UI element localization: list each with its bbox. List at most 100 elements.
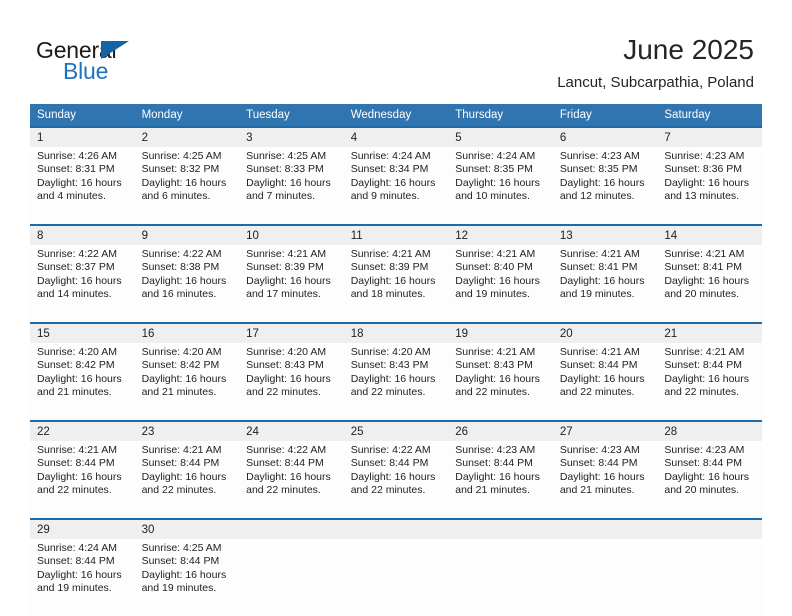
day-daylight-line1-text: Daylight: 16 hours <box>141 372 227 385</box>
day-number-18[interactable]: 18 <box>343 324 449 343</box>
day-cell-16[interactable]: Sunrise: 4:20 AM Sunset: 8:42 PM Daylight:… <box>134 343 240 420</box>
day-sunset-text: Sunset: 8:41 PM <box>559 261 638 274</box>
day-cell-9[interactable]: Sunrise: 4:22 AM Sunset: 8:38 PM Daylight:… <box>134 245 240 322</box>
day-daylight-line2-text: and 22 minutes. <box>246 386 321 399</box>
day-cell-26[interactable]: Sunrise: 4:23 AM Sunset: 8:44 PM Daylight:… <box>448 441 553 518</box>
day-number-15[interactable]: 15 <box>30 324 135 343</box>
day-daylight-line1-text: Daylight: 16 hours <box>350 470 436 483</box>
day-number-6[interactable]: 6 <box>552 128 658 147</box>
day-detail-row: Sunrise: 4:22 AM Sunset: 8:37 PM Daylight:… <box>30 245 762 322</box>
day-number-17[interactable]: 17 <box>239 324 344 343</box>
day-number-11[interactable]: 11 <box>343 226 449 245</box>
day-sunrise-text: Sunrise: 4:21 AM <box>455 248 536 260</box>
day-cell-27[interactable]: Sunrise: 4:23 AM Sunset: 8:44 PM Daylight:… <box>552 441 658 518</box>
day-number-empty <box>552 520 658 539</box>
day-daylight-line1-text: Daylight: 16 hours <box>37 568 122 581</box>
day-cell-22[interactable]: Sunrise: 4:21 AM Sunset: 8:44 PM Daylight:… <box>30 441 135 518</box>
day-number-29[interactable]: 29 <box>30 520 135 539</box>
day-number-1[interactable]: 1 <box>30 128 135 147</box>
day-detail-row: Sunrise: 4:21 AM Sunset: 8:44 PM Daylight:… <box>30 441 762 518</box>
weekday-header-wednesday: Wednesday <box>343 104 449 126</box>
day-daylight-line2-text: and 22 minutes. <box>37 484 112 497</box>
day-number-8[interactable]: 8 <box>30 226 135 245</box>
day-cell-3[interactable]: Sunrise: 4:25 AM Sunset: 8:33 PM Daylight:… <box>239 147 344 224</box>
day-cell-13[interactable]: Sunrise: 4:21 AM Sunset: 8:41 PM Daylight:… <box>552 245 658 322</box>
logo-general-blue[interactable]: General Blue <box>36 38 216 90</box>
day-cell-empty <box>239 539 344 616</box>
day-number-2[interactable]: 2 <box>134 128 240 147</box>
day-number-row: 8 9 10 11 12 13 14 <box>30 226 762 245</box>
weekday-header-sunday: Sunday <box>30 104 135 126</box>
day-daylight-line1-text: Daylight: 16 hours <box>350 274 436 287</box>
day-daylight-line2-text: and 9 minutes. <box>350 190 420 203</box>
day-sunrise-text: Sunrise: 4:21 AM <box>141 444 222 456</box>
day-daylight-line1-text: Daylight: 16 hours <box>350 372 436 385</box>
day-number-9[interactable]: 9 <box>134 226 240 245</box>
calendar-page: General Blue June 2025 Lancut, Subcarpat… <box>0 0 792 616</box>
day-number-27[interactable]: 27 <box>552 422 658 441</box>
day-daylight-line1-text: Daylight: 16 hours <box>455 176 540 189</box>
day-daylight-line1-text: Daylight: 16 hours <box>141 470 227 483</box>
day-cell-20[interactable]: Sunrise: 4:21 AM Sunset: 8:44 PM Daylight:… <box>552 343 658 420</box>
day-number-14[interactable]: 14 <box>657 226 762 245</box>
page-title: June 2025 <box>623 34 754 65</box>
day-cell-15[interactable]: Sunrise: 4:20 AM Sunset: 8:42 PM Daylight:… <box>30 343 135 420</box>
day-cell-29[interactable]: Sunrise: 4:24 AM Sunset: 8:44 PM Daylight:… <box>30 539 135 616</box>
day-cell-25[interactable]: Sunrise: 4:22 AM Sunset: 8:44 PM Daylight:… <box>343 441 449 518</box>
calendar-body: 1 2 3 4 5 6 7 Sunrise: 4:26 AM Sunset: 8:31 PM Da… <box>30 126 762 616</box>
day-cell-19[interactable]: Sunrise: 4:21 AM Sunset: 8:43 PM Daylight:… <box>448 343 553 420</box>
day-cell-1[interactable]: Sunrise: 4:26 AM Sunset: 8:31 PM Daylight:… <box>30 147 135 224</box>
day-number-19[interactable]: 19 <box>448 324 553 343</box>
day-number-28[interactable]: 28 <box>657 422 762 441</box>
day-daylight-line2-text: and 21 minutes. <box>37 386 112 399</box>
day-cell-17[interactable]: Sunrise: 4:20 AM Sunset: 8:43 PM Daylight:… <box>239 343 344 420</box>
day-daylight-line2-text: and 18 minutes. <box>350 288 426 301</box>
day-sunrise-text: Sunrise: 4:21 AM <box>455 346 536 358</box>
day-sunrise-text: Sunrise: 4:22 AM <box>246 444 327 456</box>
day-sunset-text: Sunset: 8:38 PM <box>141 261 220 274</box>
day-sunset-text: Sunset: 8:44 PM <box>246 457 324 470</box>
day-cell-2[interactable]: Sunrise: 4:25 AM Sunset: 8:32 PM Daylight:… <box>134 147 240 224</box>
day-sunrise-text: Sunrise: 4:20 AM <box>37 346 117 358</box>
day-number-16[interactable]: 16 <box>134 324 240 343</box>
day-cell-4[interactable]: Sunrise: 4:24 AM Sunset: 8:34 PM Daylight:… <box>343 147 449 224</box>
day-number-7[interactable]: 7 <box>657 128 762 147</box>
day-cell-11[interactable]: Sunrise: 4:21 AM Sunset: 8:39 PM Daylight:… <box>343 245 449 322</box>
day-number-10[interactable]: 10 <box>239 226 344 245</box>
day-number-22[interactable]: 22 <box>30 422 135 441</box>
day-cell-10[interactable]: Sunrise: 4:21 AM Sunset: 8:39 PM Daylight:… <box>239 245 344 322</box>
day-number-30[interactable]: 30 <box>134 520 240 539</box>
day-sunset-text: Sunset: 8:44 PM <box>664 457 743 470</box>
day-cell-18[interactable]: Sunrise: 4:20 AM Sunset: 8:43 PM Daylight:… <box>343 343 449 420</box>
day-cell-6[interactable]: Sunrise: 4:23 AM Sunset: 8:35 PM Daylight:… <box>552 147 658 224</box>
day-cell-21[interactable]: Sunrise: 4:21 AM Sunset: 8:44 PM Daylight:… <box>657 343 762 420</box>
day-number-empty <box>448 520 553 539</box>
day-cell-5[interactable]: Sunrise: 4:24 AM Sunset: 8:35 PM Daylight:… <box>448 147 553 224</box>
day-daylight-line1-text: Daylight: 16 hours <box>664 470 750 483</box>
day-cell-empty <box>552 539 658 616</box>
day-number-26[interactable]: 26 <box>448 422 553 441</box>
day-number-13[interactable]: 13 <box>552 226 658 245</box>
day-sunrise-text: Sunrise: 4:22 AM <box>141 248 222 260</box>
day-number-5[interactable]: 5 <box>448 128 553 147</box>
day-number-12[interactable]: 12 <box>448 226 553 245</box>
day-cell-28[interactable]: Sunrise: 4:23 AM Sunset: 8:44 PM Daylight:… <box>657 441 762 518</box>
day-number-4[interactable]: 4 <box>343 128 449 147</box>
day-number-23[interactable]: 23 <box>134 422 240 441</box>
day-number-20[interactable]: 20 <box>552 324 658 343</box>
day-number-25[interactable]: 25 <box>343 422 449 441</box>
day-number-3[interactable]: 3 <box>239 128 344 147</box>
day-cell-14[interactable]: Sunrise: 4:21 AM Sunset: 8:41 PM Daylight:… <box>657 245 762 322</box>
day-cell-30[interactable]: Sunrise: 4:25 AM Sunset: 8:44 PM Daylight:… <box>134 539 240 616</box>
day-daylight-line2-text: and 14 minutes. <box>37 288 112 301</box>
day-cell-23[interactable]: Sunrise: 4:21 AM Sunset: 8:44 PM Daylight:… <box>134 441 240 518</box>
day-number-21[interactable]: 21 <box>657 324 762 343</box>
day-cell-12[interactable]: Sunrise: 4:21 AM Sunset: 8:40 PM Daylight:… <box>448 245 553 322</box>
day-cell-7[interactable]: Sunrise: 4:23 AM Sunset: 8:36 PM Daylight:… <box>657 147 762 224</box>
day-daylight-line2-text: and 22 minutes. <box>559 386 635 399</box>
day-number-24[interactable]: 24 <box>239 422 344 441</box>
day-cell-24[interactable]: Sunrise: 4:22 AM Sunset: 8:44 PM Daylight:… <box>239 441 344 518</box>
day-sunrise-text: Sunrise: 4:23 AM <box>559 444 640 456</box>
day-sunrise-text: Sunrise: 4:25 AM <box>246 150 327 162</box>
day-cell-8[interactable]: Sunrise: 4:22 AM Sunset: 8:37 PM Daylight:… <box>30 245 135 322</box>
